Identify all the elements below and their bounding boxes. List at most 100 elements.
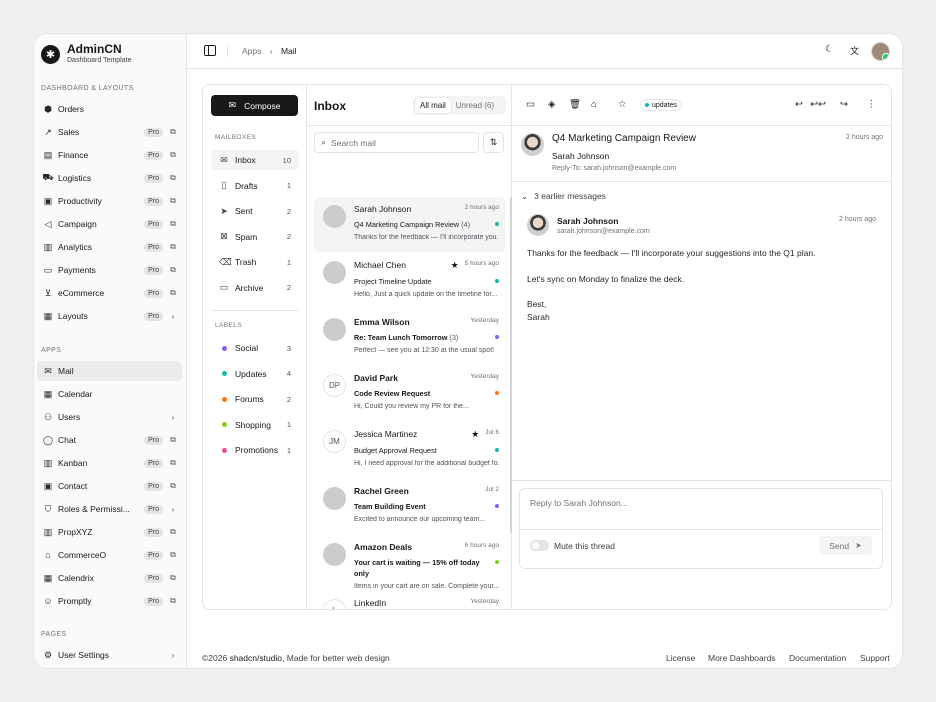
label-social[interactable]: Social 3 bbox=[211, 338, 299, 358]
sidebar-item-analytics[interactable]: ▥ Analytics Pro ⧉ bbox=[37, 237, 182, 257]
message-list-item[interactable]: Michael Chen ★ 5 hours ago Project Timeline… bbox=[314, 253, 505, 308]
sidebar-item-finance[interactable]: ▤ Finance Pro ⧉ bbox=[37, 145, 182, 165]
sidebar-item-layouts[interactable]: ▦ Layouts Pro › bbox=[37, 306, 182, 326]
copyright-brand[interactable]: shadcn/studio, bbox=[230, 653, 285, 663]
brand-logo-icon: ✱ bbox=[41, 44, 60, 64]
sidebar-toggle-icon[interactable] bbox=[204, 45, 216, 56]
brand[interactable]: ✱ AdminCN Dashboard Template bbox=[41, 42, 131, 66]
footer-link-support[interactable]: Support bbox=[860, 653, 890, 663]
mailbox-drafts[interactable]: ▯ Drafts 1 bbox=[211, 176, 299, 196]
compose-button[interactable]: ✉ Compose bbox=[211, 95, 298, 116]
reply-icon[interactable]: ↩ bbox=[795, 99, 803, 110]
message-list-item[interactable]: Sarah Johnson 2 hours ago Q4 Marketing Cam… bbox=[314, 197, 505, 252]
sidebar-item-logistics[interactable]: ⛟ Logistics Pro ⧉ bbox=[37, 168, 182, 188]
label-forums[interactable]: Forums 2 bbox=[211, 389, 299, 409]
kanban-icon: ▥ bbox=[43, 457, 53, 468]
sidebar-item-orders[interactable]: ⬢ Orders bbox=[37, 99, 182, 119]
label-dot bbox=[495, 448, 499, 453]
sidebar-item-sales[interactable]: ↗ Sales Pro ⧉ bbox=[37, 122, 182, 142]
message-list-item[interactable]: LLinkedInYesterday3 people viewed your p… bbox=[314, 591, 505, 609]
sidebar-item-roles-permissi[interactable]: ⛉ Roles & Permissi... Pro › bbox=[37, 499, 182, 519]
mailbox-count: 2 bbox=[286, 283, 291, 292]
message-preview: Hi, I need approval for the additional b… bbox=[354, 460, 499, 468]
store-icon: ⌂ bbox=[45, 550, 51, 560]
archive-icon[interactable]: ▭ bbox=[526, 99, 535, 110]
mailbox-sent[interactable]: ➤ Sent 2 bbox=[211, 201, 299, 221]
reply-input[interactable]: Reply to Sarah Johnson... bbox=[530, 498, 628, 508]
mailbox-trash[interactable]: ⌫ Trash 1 bbox=[211, 252, 299, 272]
spam-shield-icon[interactable]: ◈ bbox=[548, 99, 555, 110]
sort-icon: ⇅ bbox=[489, 137, 498, 147]
mailbox-count: 1 bbox=[286, 257, 291, 267]
sender-avatar bbox=[323, 486, 346, 510]
star-filled-icon[interactable]: ★ bbox=[451, 260, 459, 271]
message-preview: Excited to announce our upcoming team... bbox=[354, 515, 486, 523]
mailbox-label: Archive bbox=[235, 282, 264, 293]
sidebar-item-commerceo[interactable]: ⌂ CommerceO Pro ⧉ bbox=[37, 545, 182, 565]
mute-toggle[interactable] bbox=[530, 540, 549, 551]
more-icon[interactable]: ⋮ bbox=[867, 99, 877, 110]
message-list-item[interactable]: JM Jessica Martinez ★ Jul 6 Budget Approval … bbox=[314, 422, 505, 477]
reply-all-icon[interactable]: ↩↩ bbox=[810, 99, 826, 110]
breadcrumb-current: Mail bbox=[280, 46, 297, 56]
sidebar-item-contact[interactable]: ▣ Contact Pro ⧉ bbox=[37, 476, 182, 496]
pro-badge: Pro bbox=[144, 481, 163, 491]
chevron-down-icon: ⌄ bbox=[521, 191, 529, 201]
message-preview: Items in your cart are on sale. Complete… bbox=[354, 582, 499, 590]
message-preview: Thanks for the feedback — I'll incorpora… bbox=[354, 234, 499, 241]
sidebar-item-label: Productivity bbox=[58, 196, 102, 206]
user-avatar[interactable] bbox=[871, 42, 890, 61]
breadcrumb-apps[interactable]: Apps bbox=[242, 46, 261, 56]
sidebar-item-mail[interactable]: ✉ Mail bbox=[37, 361, 182, 381]
label-count: 1 bbox=[286, 445, 291, 455]
sidebar-item-calendrix[interactable]: ▦ Calendrix Pro ⧉ bbox=[37, 568, 182, 588]
message-sender: Michael Chen bbox=[354, 260, 406, 271]
message-time: 5 hours ago bbox=[464, 260, 499, 268]
label-updates[interactable]: Updates 4 bbox=[211, 364, 299, 384]
label-shopping[interactable]: Shopping 1 bbox=[211, 415, 299, 435]
calendar-icon: ▦ bbox=[43, 388, 53, 399]
send-button[interactable]: Send ➤ bbox=[819, 536, 872, 555]
tab-unread[interactable]: Unread (6) bbox=[451, 98, 499, 113]
star-filled-icon[interactable]: ★ bbox=[471, 429, 479, 440]
search-input[interactable]: ⌕ Search mail bbox=[314, 132, 479, 153]
sidebar-item-kanban[interactable]: ▥ Kanban Pro ⧉ bbox=[37, 453, 182, 473]
label-badge[interactable]: updates bbox=[640, 99, 682, 111]
message-list-item[interactable]: Amazon Deals 6 hours ago Your cart is wait… bbox=[314, 535, 505, 590]
language-icon[interactable]: 文 bbox=[850, 44, 859, 57]
message-list-item[interactable]: Rachel Green Jul 2 Team Building Event Exci… bbox=[314, 479, 505, 534]
message-time: 6 hours ago bbox=[464, 541, 499, 549]
sidebar-item-ecommerce[interactable]: ⊻ eCommerce Pro ⧉ bbox=[37, 283, 182, 303]
sort-button[interactable]: ⇅ bbox=[483, 132, 504, 153]
mailbox-spam[interactable]: ⊠ Spam 2 bbox=[211, 227, 299, 247]
label-name: Shopping bbox=[235, 419, 271, 430]
sidebar-item-calendar[interactable]: ▦ Calendar bbox=[37, 384, 182, 404]
star-icon[interactable]: ☆ bbox=[618, 99, 627, 110]
external-link-icon: ⧉ bbox=[170, 173, 176, 182]
trash-icon[interactable]: 🗑 bbox=[569, 99, 581, 110]
sidebar-item-label: Calendrix bbox=[58, 573, 94, 583]
message-preview: Perfect — see you at 12:30 at the usual … bbox=[354, 346, 495, 354]
pro-badge: Pro bbox=[144, 219, 163, 229]
sidebar-item-promptly[interactable]: ☺ Promptly Pro ⧉ bbox=[37, 591, 182, 611]
tag-icon[interactable]: ⌂ bbox=[591, 99, 597, 110]
footer-link-more-dashboards[interactable]: More Dashboards bbox=[708, 653, 776, 663]
sidebar-item-productivity[interactable]: ▣ Productivity Pro ⧉ bbox=[37, 191, 182, 211]
footer-link-license[interactable]: License bbox=[666, 653, 695, 663]
mailbox-inbox[interactable]: ✉ Inbox 10 bbox=[211, 150, 299, 170]
mailbox-archive[interactable]: ▭ Archive 2 bbox=[211, 278, 299, 298]
sidebar-item-user-settings[interactable]: ⚙ User Settings › bbox=[37, 645, 182, 665]
message-list-item[interactable]: DP David Park Yesterday Code Review Request… bbox=[314, 366, 505, 421]
label-promotions[interactable]: Promotions 1 bbox=[211, 440, 299, 460]
earlier-messages-toggle[interactable]: ⌄ 3 earlier messages bbox=[521, 191, 606, 202]
theme-toggle-icon[interactable]: ☾ bbox=[825, 44, 834, 55]
sidebar-item-propxyz[interactable]: ▥ PropXYZ Pro ⧉ bbox=[37, 522, 182, 542]
forward-icon[interactable]: ↪ bbox=[840, 99, 848, 110]
sidebar-item-payments[interactable]: ▭ Payments Pro ⧉ bbox=[37, 260, 182, 280]
sidebar-item-campaign[interactable]: ◁ Campaign Pro ⧉ bbox=[37, 214, 182, 234]
message-list-item[interactable]: Emma Wilson Yesterday Re: Team Lunch Tomor… bbox=[314, 310, 505, 365]
sidebar-item-users[interactable]: ⚇ Users › bbox=[37, 407, 182, 427]
sidebar-item-chat[interactable]: ◯ Chat Pro ⧉ bbox=[37, 430, 182, 450]
tab-all-mail[interactable]: All mail bbox=[415, 98, 451, 113]
footer-link-documentation[interactable]: Documentation bbox=[789, 653, 846, 663]
